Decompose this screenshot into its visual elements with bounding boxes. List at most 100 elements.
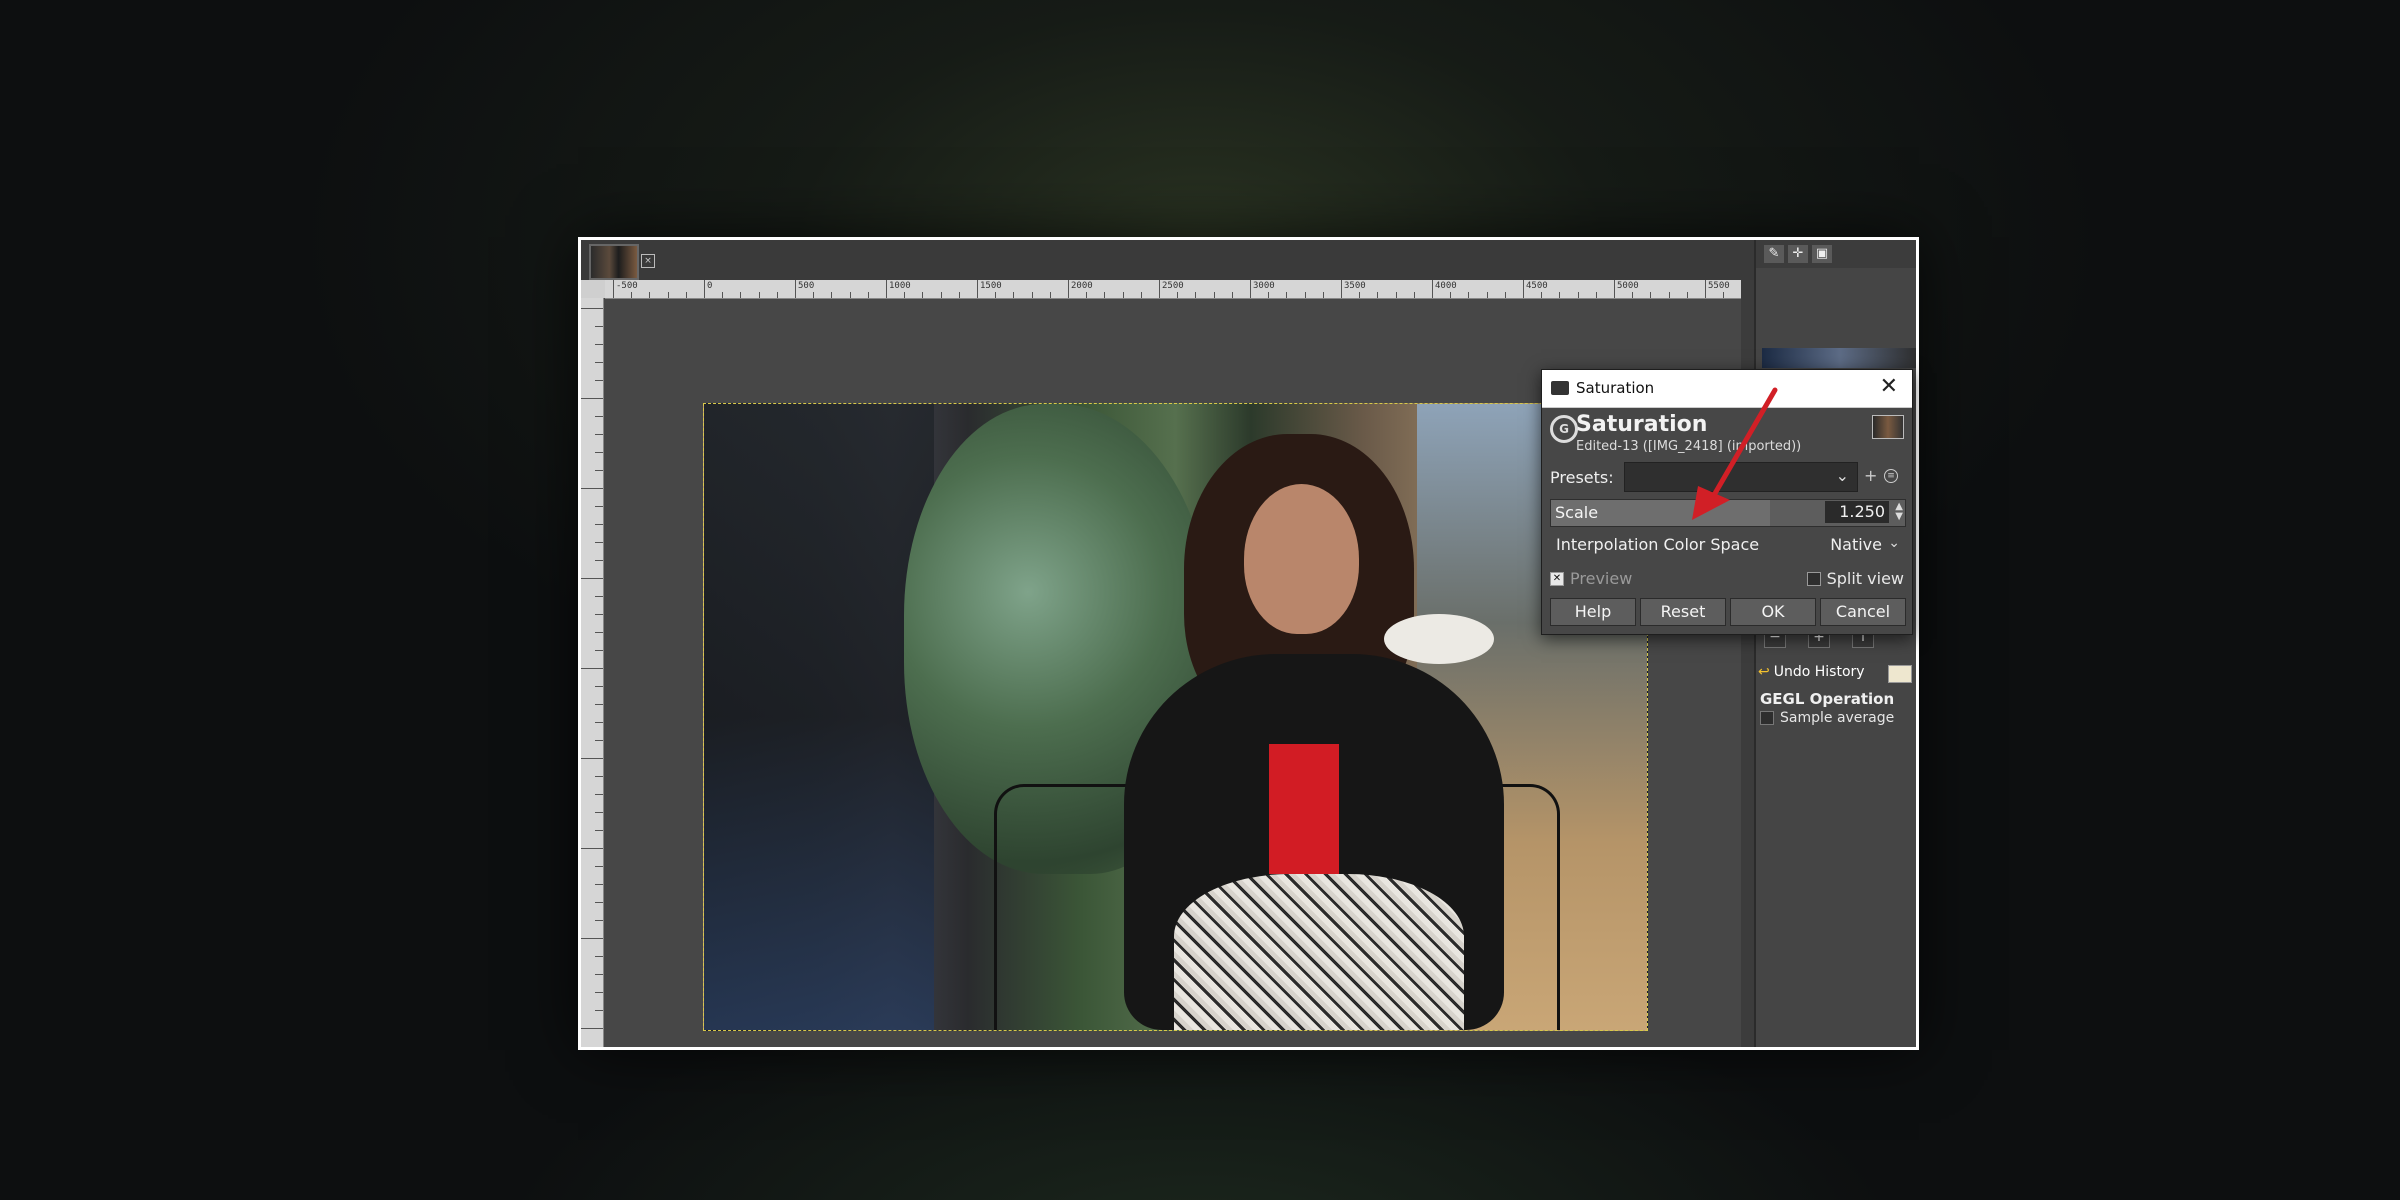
vertical-ruler-tick [581, 1028, 603, 1029]
preview-toggle[interactable]: ✕ Preview [1550, 568, 1632, 588]
vertical-ruler-tick [595, 506, 603, 507]
vertical-ruler-tick [595, 740, 603, 741]
tab-undo-history[interactable]: ↩ Undo History [1758, 664, 1898, 684]
close-icon[interactable]: ✕ [1880, 374, 1898, 399]
scale-spinner-icon[interactable]: ▲ ▼ [1895, 502, 1903, 522]
vertical-ruler-tick [581, 668, 603, 669]
cancel-button[interactable]: Cancel [1820, 598, 1906, 626]
ruler-tick-label: 2000 [1071, 281, 1093, 291]
ruler-tick-label: 5500 [1708, 281, 1730, 291]
ruler-minor-tick [685, 292, 687, 298]
ruler-tick-label: 1000 [889, 281, 911, 291]
image-canvas-photo[interactable] [703, 403, 1648, 1031]
vertical-ruler-tick [595, 992, 603, 993]
move-icon[interactable]: ✛ [1788, 245, 1808, 263]
ok-button[interactable]: OK [1730, 598, 1816, 626]
ruler-minor-tick [1650, 292, 1652, 298]
vertical-ruler-tick [581, 308, 603, 309]
preset-menu-icon[interactable]: ≡ [1884, 469, 1898, 483]
ruler-minor-tick [831, 292, 833, 298]
ruler-major-tick [1614, 280, 1615, 298]
ruler-tick-label: 0 [707, 281, 713, 291]
brush-tools-icon[interactable]: ✎ [1764, 245, 1784, 263]
image-icon[interactable]: ▣ [1812, 245, 1832, 263]
split-view-toggle[interactable]: Split view [1806, 568, 1904, 588]
vertical-ruler-tick [595, 722, 603, 723]
vertical-ruler-tick [595, 344, 603, 345]
ruler-tick-label: 5000 [1617, 281, 1639, 291]
ruler-major-tick [977, 280, 978, 298]
sample-average-option[interactable]: Sample average [1760, 710, 1894, 726]
ruler-minor-tick [1304, 292, 1306, 298]
ruler-minor-tick [758, 292, 760, 298]
ruler-major-tick [613, 280, 614, 298]
ruler-major-tick [704, 280, 705, 298]
right-dock-panel: ✎ ✛ ▣ − + ↑ ↩ Undo History GEGL Operation S… [1754, 240, 1916, 1047]
ruler-minor-tick [1559, 292, 1561, 298]
vertical-ruler-tick [595, 866, 603, 867]
ruler-minor-tick [813, 292, 815, 298]
scale-value-field[interactable]: 1.250 [1825, 501, 1889, 523]
gimp-screenshot: × -500 0 500 1000 1500 2000 2500 3000 3500 4000 45… [578, 237, 1919, 1050]
vertical-ruler-tick [595, 650, 603, 651]
interpolation-label: Interpolation Color Space [1556, 535, 1760, 554]
vertical-ruler-tick [595, 884, 603, 885]
ruler-minor-tick [631, 292, 633, 298]
vertical-ruler-tick [595, 326, 603, 327]
gimp-app-icon [1551, 381, 1569, 395]
ruler-minor-tick [776, 292, 778, 298]
ruler-tick-label: 3000 [1253, 281, 1275, 291]
interpolation-value: Native [1830, 535, 1882, 554]
ruler-minor-tick [1122, 292, 1124, 298]
chevron-down-icon: ⌄ [1888, 535, 1900, 551]
ruler-minor-tick [667, 292, 669, 298]
gimp-window: × -500 0 500 1000 1500 2000 2500 3000 3500 4000 45… [581, 240, 1916, 1047]
vertical-ruler-tick [595, 956, 603, 957]
ruler-minor-tick [649, 292, 651, 298]
vertical-ruler-tick [581, 578, 603, 579]
ruler-tick-label: 1500 [980, 281, 1002, 291]
tab-close-icon[interactable]: × [641, 254, 655, 268]
vertical-ruler-tick [595, 470, 603, 471]
vertical-ruler-tick [581, 938, 603, 939]
vertical-ruler-tick [581, 398, 603, 399]
ruler-minor-tick [1086, 292, 1088, 298]
ruler-minor-tick [1268, 292, 1270, 298]
sample-average-checkbox[interactable] [1760, 711, 1774, 725]
photo-face [1244, 484, 1359, 634]
reset-button[interactable]: Reset [1640, 598, 1726, 626]
vertical-ruler-tick [595, 434, 603, 435]
vertical-ruler-tick [595, 614, 603, 615]
photo-skirt [1174, 874, 1464, 1030]
undo-icon: ↩ [1758, 664, 1770, 680]
vertical-ruler-tick [595, 776, 603, 777]
help-button[interactable]: Help [1550, 598, 1636, 626]
ruler-major-tick [795, 280, 796, 298]
split-view-checkbox[interactable] [1806, 571, 1821, 586]
undo-history-chip[interactable] [1888, 665, 1912, 683]
interpolation-select[interactable]: Native ⌄ [1804, 530, 1904, 558]
vertical-ruler-tick [595, 704, 603, 705]
ruler-minor-tick [1031, 292, 1033, 298]
preview-checkbox[interactable]: ✕ [1550, 571, 1564, 586]
photo-collar [1384, 614, 1494, 664]
photo-background-crowd [704, 404, 934, 1030]
ruler-major-tick [1159, 280, 1160, 298]
ruler-minor-tick [1322, 292, 1324, 298]
image-thumbnail [1872, 415, 1904, 439]
add-preset-icon[interactable]: + [1864, 466, 1877, 485]
ruler-minor-tick [922, 292, 924, 298]
gegl-icon: G [1550, 415, 1578, 443]
arrow-head [1692, 486, 1730, 520]
ruler-minor-tick [1504, 292, 1506, 298]
ruler-tick-label: -500 [616, 281, 638, 291]
image-tab-thumbnail[interactable] [589, 244, 639, 280]
ruler-minor-tick [1577, 292, 1579, 298]
photo-red-top [1269, 744, 1339, 874]
vertical-ruler-tick [595, 974, 603, 975]
ruler-major-tick [1705, 280, 1706, 298]
ruler-corner-button[interactable] [581, 280, 605, 298]
ruler-minor-tick [1231, 292, 1233, 298]
vertical-ruler-tick [595, 524, 603, 525]
undo-history-label: Undo History [1773, 664, 1865, 680]
